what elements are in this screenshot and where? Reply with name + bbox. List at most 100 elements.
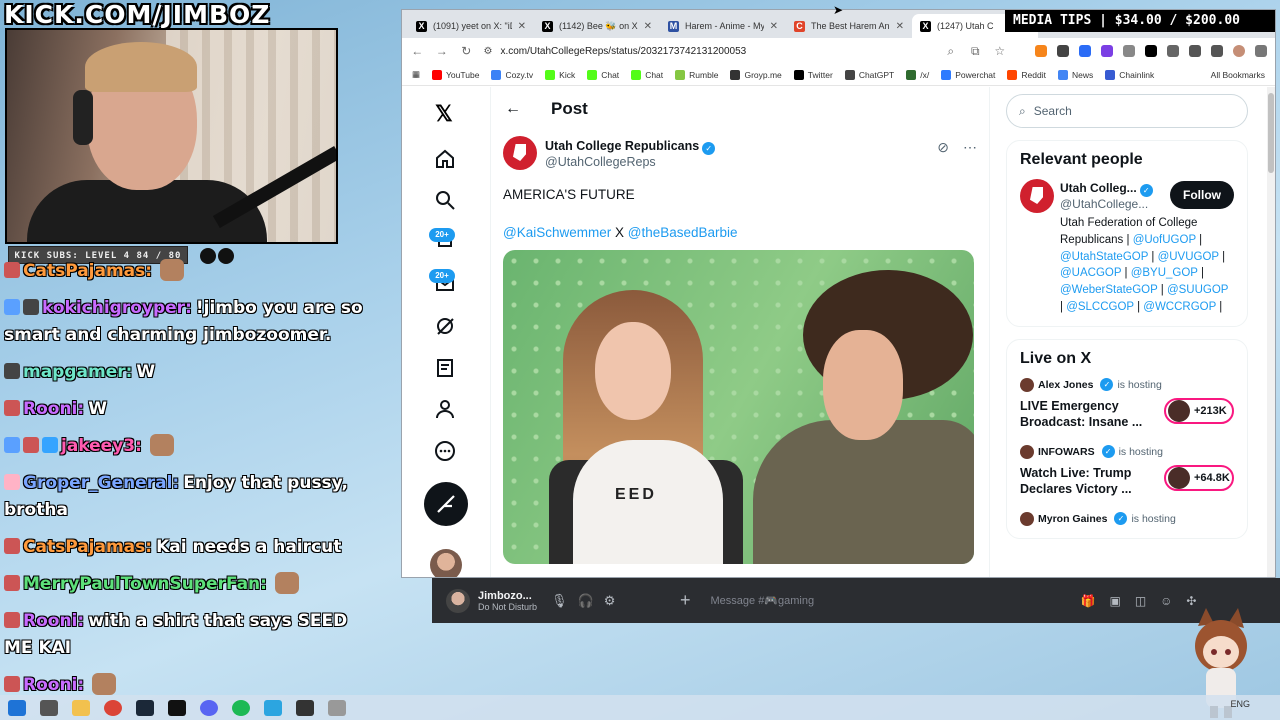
extension-icon[interactable] xyxy=(1123,45,1135,57)
gift-icon[interactable]: 🎁 xyxy=(1081,594,1096,608)
metamask-icon[interactable] xyxy=(1035,45,1047,57)
profile-icon[interactable] xyxy=(434,398,456,420)
shield-icon[interactable] xyxy=(1057,45,1069,57)
emoji-icon[interactable]: ☺ xyxy=(1160,594,1172,608)
search-input[interactable]: ⌕ Search xyxy=(1006,94,1248,128)
author-avatar[interactable] xyxy=(503,136,537,170)
file-explorer-icon[interactable] xyxy=(72,699,90,716)
bookmark-item[interactable]: Reddit xyxy=(1007,69,1046,80)
zoom-icon[interactable]: ⌕ xyxy=(944,43,959,59)
headphones-icon[interactable]: 🎧 xyxy=(578,593,594,609)
sidepanel-icon[interactable] xyxy=(1189,45,1201,57)
app-icon[interactable] xyxy=(328,699,346,716)
bookmark-item[interactable]: /x/ xyxy=(906,69,929,80)
mention-link[interactable]: @KaiSchwemmer xyxy=(503,225,611,240)
back-arrow-icon[interactable]: ← xyxy=(505,100,521,118)
start-button-icon[interactable] xyxy=(8,699,26,716)
close-tab-icon[interactable]: ✕ xyxy=(896,21,904,32)
tweet-image[interactable]: EED xyxy=(503,250,974,564)
profile-avatar[interactable] xyxy=(1233,45,1245,57)
telegram-icon[interactable] xyxy=(264,699,282,716)
x-logo-icon[interactable]: 𝕏 xyxy=(435,101,453,127)
extension-icon[interactable] xyxy=(1079,45,1091,57)
more-icon[interactable] xyxy=(434,440,456,462)
page-scrollbar[interactable] xyxy=(1267,87,1275,577)
add-attachment-icon[interactable]: + xyxy=(680,590,691,611)
bookmark-star-icon[interactable]: ☆ xyxy=(993,43,1008,59)
bookmark-item[interactable]: Powerchat xyxy=(941,69,995,80)
lists-icon[interactable] xyxy=(434,357,456,379)
bio-mention-link[interactable]: @UtahStateGOP xyxy=(1060,251,1148,263)
system-tray-language[interactable]: ENG xyxy=(1230,699,1250,709)
settings-gear-icon[interactable]: ⚙ xyxy=(604,593,616,609)
bookmark-item[interactable]: Rumble xyxy=(675,69,718,80)
bookmark-item[interactable]: Chat xyxy=(587,69,619,80)
discord-avatar[interactable] xyxy=(446,588,470,613)
bio-mention-link[interactable]: @SLCCGOP xyxy=(1066,301,1134,313)
bookmark-item[interactable]: Kick xyxy=(545,69,575,80)
grok-explain-icon[interactable]: ⊘ xyxy=(937,139,949,156)
close-tab-icon[interactable]: ✕ xyxy=(644,21,652,32)
person-avatar[interactable] xyxy=(1020,179,1054,213)
browser-tab[interactable]: X (1091) yeet on X: "iDu... ✕ xyxy=(408,14,534,38)
bookmark-item[interactable]: Cozy.tv xyxy=(491,69,533,80)
tweet-author[interactable]: Utah College Republicans ✓ @UtahCollegeRe… xyxy=(503,135,977,171)
listener-count[interactable]: +213K xyxy=(1164,397,1234,424)
gif-icon[interactable]: ▣ xyxy=(1109,594,1120,608)
grok-icon[interactable] xyxy=(434,315,456,337)
bookmark-item[interactable]: Chainlink xyxy=(1105,69,1154,80)
all-bookmarks[interactable]: All Bookmarks xyxy=(1211,70,1265,80)
discord-icon[interactable] xyxy=(200,699,218,716)
sticker-icon[interactable]: ◫ xyxy=(1135,594,1146,608)
listener-count[interactable]: +64.8K xyxy=(1164,464,1234,491)
mention-link[interactable]: @theBasedBarbie xyxy=(628,225,738,240)
bio-mention-link[interactable]: @UofUGOP xyxy=(1133,234,1196,246)
author-handle[interactable]: @UtahCollegeReps xyxy=(545,155,715,169)
bookmark-item[interactable]: Groyp.me xyxy=(730,69,782,80)
message-input[interactable]: Message #🎮gaming xyxy=(711,594,1081,607)
more-options-icon[interactable]: ⋯ xyxy=(963,139,977,156)
browser-tab[interactable]: X (1142) Bee 🐝 on X ✕ xyxy=(534,14,660,38)
obs-icon[interactable] xyxy=(296,699,314,716)
spotify-icon[interactable] xyxy=(232,699,250,716)
person-name[interactable]: Utah Colleg... xyxy=(1060,181,1137,195)
bio-mention-link[interactable]: @UACGOP xyxy=(1060,267,1121,279)
task-view-icon[interactable] xyxy=(40,699,58,716)
site-info-icon[interactable]: ⚙ xyxy=(484,46,493,57)
close-tab-icon[interactable]: ✕ xyxy=(518,21,526,32)
browser-tab[interactable]: M Harem - Anime - MyAni... ✕ xyxy=(660,14,786,38)
back-icon[interactable]: ← xyxy=(410,43,425,59)
puzzle-icon[interactable] xyxy=(1167,45,1179,57)
chrome-icon[interactable] xyxy=(104,699,122,716)
account-avatar[interactable] xyxy=(430,549,462,577)
reload-icon[interactable]: ↻ xyxy=(459,43,474,59)
bio-mention-link[interactable]: @SUUGOP xyxy=(1167,284,1228,296)
menu-icon[interactable] xyxy=(1255,45,1267,57)
bio-mention-link[interactable]: @BYU_GOP xyxy=(1131,267,1198,279)
bio-mention-link[interactable]: @WCCRGOP xyxy=(1143,301,1216,313)
follow-button[interactable]: Follow xyxy=(1170,181,1234,209)
address-bar[interactable]: ⚙ x.com/UtahCollegeReps/status/203217374… xyxy=(484,41,934,61)
microphone-icon[interactable]: 🎙 xyxy=(551,593,568,609)
browser-tab[interactable]: C The Best Harem Anim... ✕ xyxy=(786,14,912,38)
bio-mention-link[interactable]: @WeberStateGOP xyxy=(1060,284,1158,296)
bookmark-item[interactable]: News xyxy=(1057,69,1093,80)
bookmark-item[interactable]: ChatGPT xyxy=(844,69,894,80)
terminal-icon[interactable] xyxy=(168,699,186,716)
bio-mention-link[interactable]: @UVUGOP xyxy=(1158,251,1219,263)
author-name[interactable]: Utah College Republicans xyxy=(545,139,699,153)
person-handle[interactable]: @UtahCollege... xyxy=(1060,197,1153,211)
cast-icon[interactable]: ⧉ xyxy=(968,43,983,59)
discord-user-panel[interactable]: Jimbozo... Do Not Disturb 🎙 🎧 ⚙ xyxy=(432,588,662,613)
bookmark-item[interactable]: Chat xyxy=(631,69,663,80)
bookmark-item[interactable]: YouTube xyxy=(432,69,479,80)
live-space-item[interactable]: INFOWARS ✓ is hosting Watch Live: Trump Dec… xyxy=(1020,444,1234,498)
bookmark-item[interactable]: Twitter xyxy=(793,69,833,80)
home-icon[interactable] xyxy=(434,148,456,170)
live-space-item[interactable]: Myron Gaines ✓ is hosting xyxy=(1020,511,1234,526)
x-extension-icon[interactable] xyxy=(1145,45,1157,57)
close-tab-icon[interactable]: ✕ xyxy=(770,21,778,32)
forward-icon[interactable]: → xyxy=(435,43,450,59)
search-icon[interactable] xyxy=(434,189,456,211)
list-icon[interactable] xyxy=(1211,45,1223,57)
